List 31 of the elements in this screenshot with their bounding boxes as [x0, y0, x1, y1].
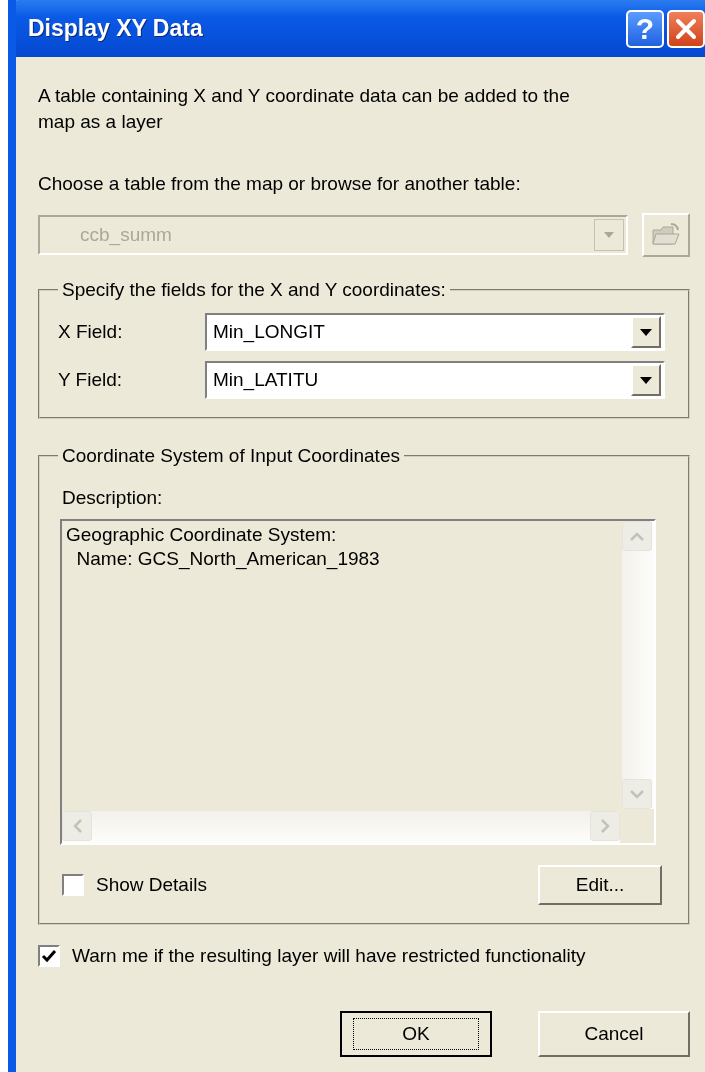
- scroll-right-icon[interactable]: [590, 811, 620, 841]
- description-line: Geographic Coordinate System:: [66, 523, 337, 547]
- group-title: Specify the fields for the X and Y coordinates:: [61, 279, 447, 301]
- scroll-left-icon[interactable]: [62, 811, 92, 841]
- table-value: ccb_summ: [79, 224, 172, 246]
- checkbox-label: Show Details: [96, 874, 207, 896]
- close-button[interactable]: [667, 9, 705, 48]
- group-title: Coordinate System of Input Coordinates: [61, 445, 401, 467]
- window-title: Display XY Data: [28, 15, 203, 42]
- description-line: Name: GCS_North_American_1983: [75, 547, 380, 571]
- help-button[interactable]: ?: [626, 9, 664, 48]
- folder-icon: [651, 222, 682, 248]
- vertical-scrollbar[interactable]: [622, 521, 654, 809]
- browse-button[interactable]: [642, 213, 690, 257]
- scroll-down-icon[interactable]: [622, 779, 652, 809]
- field-label: Y Field:: [58, 369, 124, 391]
- intro-text: A table containing X and Y coordinate data can be added to the map as a layer: [38, 84, 571, 134]
- checkbox[interactable]: [38, 945, 60, 967]
- checkbox-label: Warn me if the resulting layer will have restricted functionality: [72, 945, 586, 967]
- field-dropdown[interactable]: Min_LONGIT: [205, 313, 665, 351]
- checkbox[interactable]: [62, 874, 84, 896]
- scroll-up-icon[interactable]: [622, 521, 652, 551]
- field-label: X Field:: [58, 321, 124, 343]
- close-icon: [675, 17, 697, 40]
- cancel-button[interactable]: Cancel: [538, 1011, 690, 1057]
- field-dropdown[interactable]: Min_LATITU: [205, 361, 665, 399]
- description-label: Description:: [62, 487, 164, 509]
- ok-button[interactable]: OK: [340, 1011, 492, 1057]
- table-prompt: Choose a table from the map or browse for another table:: [38, 172, 522, 196]
- horizontal-scrollbar[interactable]: [62, 811, 620, 843]
- edit-button[interactable]: Edit...: [538, 865, 662, 905]
